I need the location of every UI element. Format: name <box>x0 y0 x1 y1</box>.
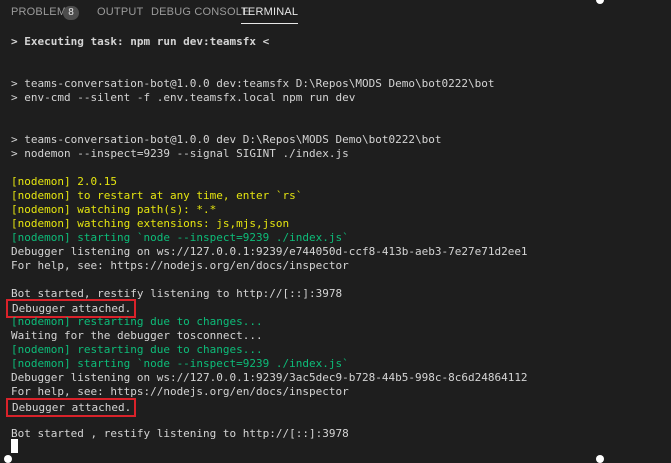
terminal-line: For help, see: https://nodejs.org/en/doc… <box>11 259 349 272</box>
tab-output[interactable]: OUTPUT <box>97 5 143 23</box>
terminal-line: For help, see: https://nodejs.org/en/doc… <box>11 385 349 398</box>
tab-terminal[interactable]: TERMINAL <box>241 5 299 24</box>
terminal-line-task: > Executing task: npm run dev:teamsfx < <box>11 35 270 48</box>
terminal-line: > teams-conversation-bot@1.0.0 dev D:\Re… <box>11 133 442 146</box>
terminal-line-nodemon-start: [nodemon] starting `node --inspect=9239 … <box>11 231 349 244</box>
terminal-cursor <box>11 439 18 453</box>
debugger-attached-highlight: Debugger attached. <box>6 398 137 417</box>
terminal-line: Waiting for the debugger tosconnect... <box>11 329 263 342</box>
terminal-line: > nodemon --inspect=9239 --signal SIGINT… <box>11 147 349 160</box>
terminal-output[interactable]: > Executing task: npm run dev:teamsfx < … <box>0 26 671 460</box>
terminal-line: Debugger listening on ws://127.0.0.1:923… <box>11 245 528 258</box>
terminal-line-nodemon: [nodemon] watching path(s): *.* <box>11 203 217 216</box>
terminal-line-nodemon: [nodemon] to restart at any time, enter … <box>11 189 303 202</box>
panel-tab-bar: PROBLEMS 8 OUTPUT DEBUG CONSOLE TERMINAL <box>0 0 671 26</box>
terminal-line-nodemon: [nodemon] watching extensions: js,mjs,js… <box>11 217 290 230</box>
terminal-line: > teams-conversation-bot@1.0.0 dev:teams… <box>11 77 495 90</box>
tab-debug-console[interactable]: DEBUG CONSOLE <box>151 5 250 23</box>
terminal-line-nodemon-restart: [nodemon] restarting due to changes... <box>11 315 263 328</box>
terminal-line-nodemon: [nodemon] 2.0.15 <box>11 175 117 188</box>
terminal-line: Debugger listening on ws://127.0.0.1:923… <box>11 371 528 384</box>
problems-count-badge: 8 <box>63 6 79 20</box>
terminal-line: Bot started , restify listening to http:… <box>11 427 349 440</box>
terminal-line-nodemon-start: [nodemon] starting `node --inspect=9239 … <box>11 357 349 370</box>
terminal-line-nodemon-restart: [nodemon] restarting due to changes... <box>11 343 263 356</box>
terminal-line: > env-cmd --silent -f .env.teamsfx.local… <box>11 91 356 104</box>
